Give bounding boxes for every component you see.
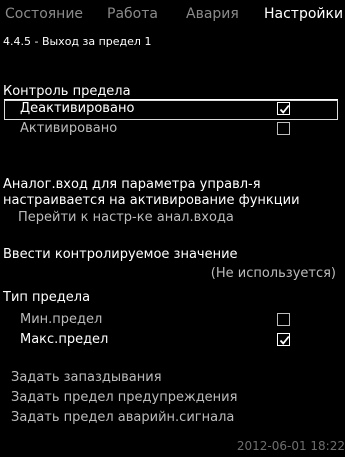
tab-status[interactable]: Состояние [5, 6, 83, 22]
tab-alarm[interactable]: Авария [186, 6, 239, 22]
set-alarm-limit-label: Задать предел аварийн.сигнала [11, 410, 235, 425]
option-activated[interactable]: Активировано [0, 120, 345, 139]
checkbox-activated[interactable] [277, 122, 290, 135]
option-max-limit[interactable]: Макс.предел [0, 331, 345, 350]
analog-input-link[interactable]: Перейти к настр-ке анал.входа [0, 209, 345, 228]
limit-type-heading: Тип предела [0, 289, 345, 308]
option-min-limit-label: Мин.предел [20, 312, 103, 327]
monitored-value-heading[interactable]: Ввести контролируемое значение [0, 246, 345, 265]
analog-input-link-label: Перейти к настр-ке анал.входа [18, 210, 234, 225]
checkbox-min-limit[interactable] [277, 313, 290, 326]
monitored-value-row: (Не используется) [0, 265, 345, 284]
option-deactivated[interactable]: Деактивировано [0, 100, 345, 120]
set-warning-limit-item[interactable]: Задать предел предупреждения [0, 389, 345, 408]
breadcrumb: 4.4.5 - Выход за предел 1 [3, 35, 152, 48]
limit-control-title: Контроль предела [3, 84, 131, 99]
checkmark-icon [279, 104, 290, 114]
monitored-value: (Не используется) [210, 266, 336, 281]
set-alarm-limit-item[interactable]: Задать предел аварийн.сигнала [0, 409, 345, 428]
option-deactivated-label: Деактивировано [20, 101, 135, 116]
limit-type-title: Тип предела [3, 290, 91, 305]
tab-operation[interactable]: Работа [107, 6, 158, 22]
checkbox-deactivated[interactable] [277, 102, 290, 115]
monitored-value-title: Ввести контролируемое значение [3, 247, 238, 262]
tab-settings[interactable]: Настройки [264, 6, 343, 22]
set-delays-item[interactable]: Задать запаздывания [0, 369, 345, 388]
analog-note-text-1: Аналог.вход для параметра управл-я [3, 177, 261, 192]
option-max-limit-label: Макс.предел [20, 332, 109, 347]
checkmark-icon [279, 335, 290, 345]
option-activated-label: Активировано [20, 121, 118, 136]
set-warning-limit-label: Задать предел предупреждения [11, 390, 238, 405]
option-min-limit[interactable]: Мин.предел [0, 311, 345, 330]
set-delays-label: Задать запаздывания [11, 370, 162, 385]
tab-bar: Состояние Работа Авария Настройки [0, 0, 345, 28]
analog-note-text-2: настраивается на активирование функции [3, 193, 300, 208]
timestamp: 2012-06-01 18:22 [236, 439, 345, 453]
checkbox-max-limit[interactable] [277, 333, 290, 346]
